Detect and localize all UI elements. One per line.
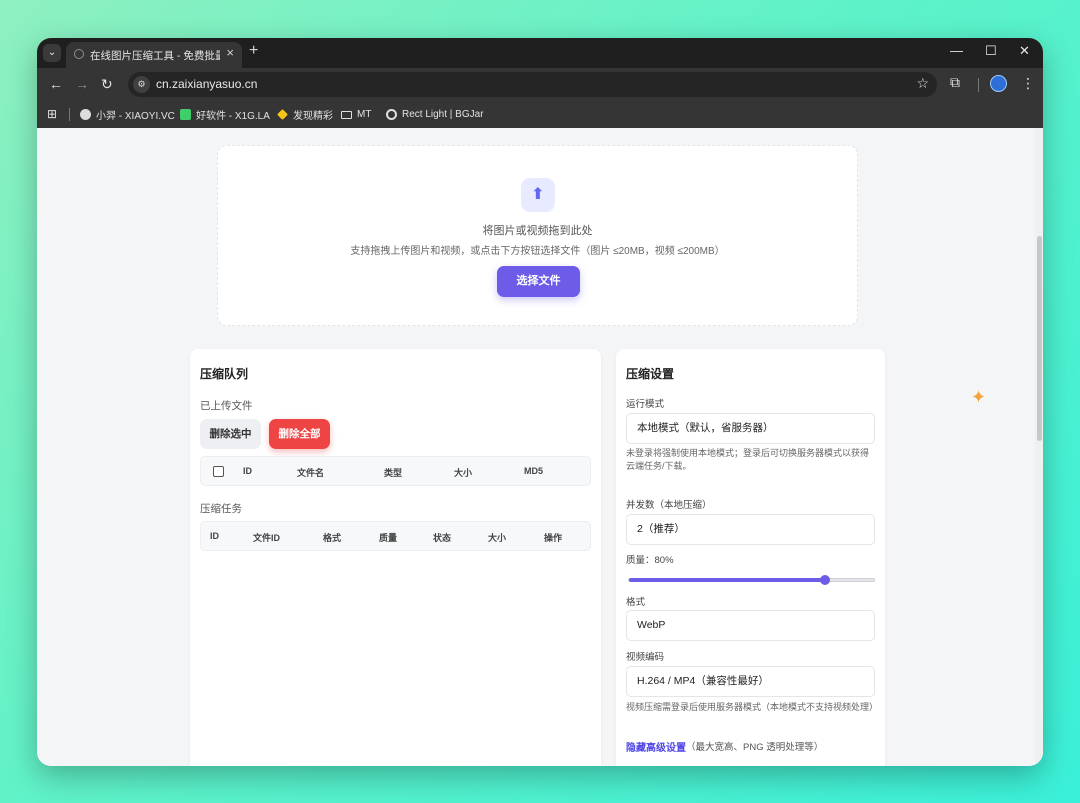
upload-hint: 支持拖拽上传图片和视频，或点击下方按钮选择文件（图片 ≤20MB，视频 ≤200… (350, 246, 725, 257)
bookmark-label: 好软件 - X1G.LA (196, 111, 270, 122)
page-scrollbar[interactable] (1035, 128, 1043, 766)
delete-all-button[interactable]: 删除全部 (269, 419, 330, 449)
diamond-icon (277, 109, 288, 120)
sparkle-icon[interactable]: ✦ (971, 387, 986, 408)
tab-close-icon[interactable]: × (226, 45, 234, 60)
browser-tab[interactable]: 在线图片压缩工具 - 免费批量压 × (66, 42, 242, 68)
bookmark-label: MT (357, 109, 372, 120)
settings-title: 压缩设置 (626, 367, 675, 381)
column-header[interactable]: 质量 (379, 531, 397, 544)
app-icon (180, 109, 191, 120)
bookmark-x1g[interactable]: 好软件 - X1G.LA (180, 101, 270, 128)
concurrency-select[interactable]: 2（推荐） (626, 514, 875, 545)
quality-slider-fill (629, 578, 825, 582)
new-tab-button[interactable]: + (249, 42, 258, 60)
tasks-table-header: ID 文件ID 格式 质量 状态 大小 操作 (200, 521, 591, 551)
bookmarks-bar: ⊞ 小羿 - XIAOYI.VC 好软件 - X1G.LA 发现精彩 MT Re… (37, 101, 1043, 128)
column-header[interactable]: 类型 (384, 466, 402, 479)
compression-settings-card: 压缩设置 运行模式 本地模式（默认，省服务器） 未登录将强制使用本地模式；登录后… (616, 349, 885, 766)
uploaded-files-label: 已上传文件 (200, 400, 253, 412)
more-menu-icon[interactable]: ⋮ (1021, 75, 1035, 92)
upload-dropzone[interactable]: ⬆ 将图片或视频拖到此处 支持拖拽上传图片和视频，或点击下方按钮选择文件（图片 … (217, 145, 858, 326)
bookmark-label: Rect Light | BGJar (402, 109, 484, 120)
quality-slider[interactable] (628, 575, 875, 585)
minimize-button[interactable]: — (950, 43, 963, 58)
address-bar[interactable]: ⚙ cn.zaixianyasuo.cn ☆ (128, 72, 937, 97)
bookmarks-divider (69, 108, 70, 121)
circle-logo-icon (386, 109, 397, 120)
files-table-header: ID 文件名 类型 大小 MD5 (200, 456, 591, 486)
column-header[interactable]: 大小 (454, 466, 472, 479)
delete-selected-button[interactable]: 删除选中 (200, 419, 261, 449)
bookmark-xiaoyi[interactable]: 小羿 - XIAOYI.VC (80, 101, 175, 128)
column-header[interactable]: ID (210, 531, 219, 541)
column-header[interactable]: 文件ID (253, 531, 280, 544)
site-info-icon[interactable]: ⚙ (133, 76, 150, 93)
format-select[interactable]: WebP (626, 610, 875, 641)
forward-arrow-icon[interactable]: → (75, 76, 89, 92)
tab-search-icon[interactable]: ⌄ (43, 44, 61, 62)
mode-label: 运行模式 (626, 399, 665, 410)
concurrency-label: 并发数（本地压缩） (626, 500, 712, 511)
column-header[interactable]: ID (243, 466, 252, 476)
mode-select[interactable]: 本地模式（默认，省服务器） (626, 413, 875, 444)
bookmark-folder-mt[interactable]: MT (341, 101, 371, 128)
upload-title: 将图片或视频拖到此处 (482, 225, 593, 237)
toolbar-divider (978, 78, 979, 92)
quality-slider-thumb[interactable] (820, 575, 830, 585)
bookmark-rectlight[interactable]: Rect Light | BGJar (386, 101, 484, 128)
column-header[interactable]: 状态 (433, 531, 451, 544)
column-header[interactable]: 格式 (323, 531, 341, 544)
maximize-button[interactable]: ☐ (985, 43, 997, 59)
folder-icon (341, 110, 352, 119)
codec-note: 视频压缩需登录后使用服务器模式（本地模式不支持视频处理） (626, 702, 879, 712)
column-header[interactable]: 操作 (544, 531, 562, 544)
back-arrow-icon[interactable]: ← (49, 76, 63, 92)
quality-label: 质量：80% (626, 555, 674, 566)
toggle-advanced-settings-link[interactable]: 隐藏高级设置 (626, 739, 686, 754)
tab-strip: ⌄ 在线图片压缩工具 - 免费批量压 × + — ☐ ✕ (37, 38, 1043, 68)
globe-icon (74, 49, 84, 59)
column-header[interactable]: 文件名 (297, 466, 324, 479)
advanced-settings-hint: （最大宽高、PNG 透明处理等） (686, 742, 824, 753)
queue-title: 压缩队列 (200, 367, 249, 381)
tab-title: 在线图片压缩工具 - 免费批量压 (90, 50, 220, 62)
bookmark-label: 小羿 - XIAOYI.VC (96, 111, 175, 122)
codec-select[interactable]: H.264 / MP4（兼容性最好） (626, 666, 875, 697)
bookmark-faxian[interactable]: 发现精彩 (277, 101, 333, 128)
browser-toolbar: ← → ↻ ⚙ cn.zaixianyasuo.cn ☆ ⧉ ⋮ (37, 68, 1043, 101)
page-content: ⬆ 将图片或视频拖到此处 支持拖拽上传图片和视频，或点击下方按钮选择文件（图片 … (37, 128, 1043, 766)
url-text[interactable]: cn.zaixianyasuo.cn (156, 77, 257, 91)
apps-grid-icon[interactable]: ⊞ (47, 107, 57, 121)
column-header[interactable]: MD5 (524, 466, 543, 476)
choose-file-button[interactable]: 选择文件 (497, 266, 580, 297)
upload-arrow-icon: ⬆ (521, 178, 555, 212)
bookmark-star-icon[interactable]: ☆ (916, 75, 929, 92)
bookmark-label: 发现精彩 (293, 111, 333, 122)
select-all-checkbox[interactable] (213, 466, 224, 477)
compression-queue-card: 压缩队列 已上传文件 删除选中 删除全部 ID 文件名 类型 大小 MD5 压缩… (190, 349, 601, 766)
scrollbar-thumb[interactable] (1037, 236, 1042, 441)
format-label: 格式 (626, 597, 646, 608)
mode-note: 未登录将强制使用本地模式；登录后可切换服务器模式以获得云端任务/下载。 (626, 448, 870, 471)
extensions-icon[interactable]: ⧉ (950, 74, 960, 91)
codec-label: 视频编码 (626, 652, 665, 663)
reload-icon[interactable]: ↻ (101, 76, 113, 93)
browser-window: ⌄ 在线图片压缩工具 - 免费批量压 × + — ☐ ✕ ← → ↻ ⚙ cn.… (37, 38, 1043, 766)
column-header[interactable]: 大小 (488, 531, 506, 544)
profile-avatar[interactable] (990, 75, 1007, 92)
close-window-button[interactable]: ✕ (1019, 43, 1030, 59)
avatar-icon (80, 109, 91, 120)
tasks-label: 压缩任务 (200, 503, 242, 515)
